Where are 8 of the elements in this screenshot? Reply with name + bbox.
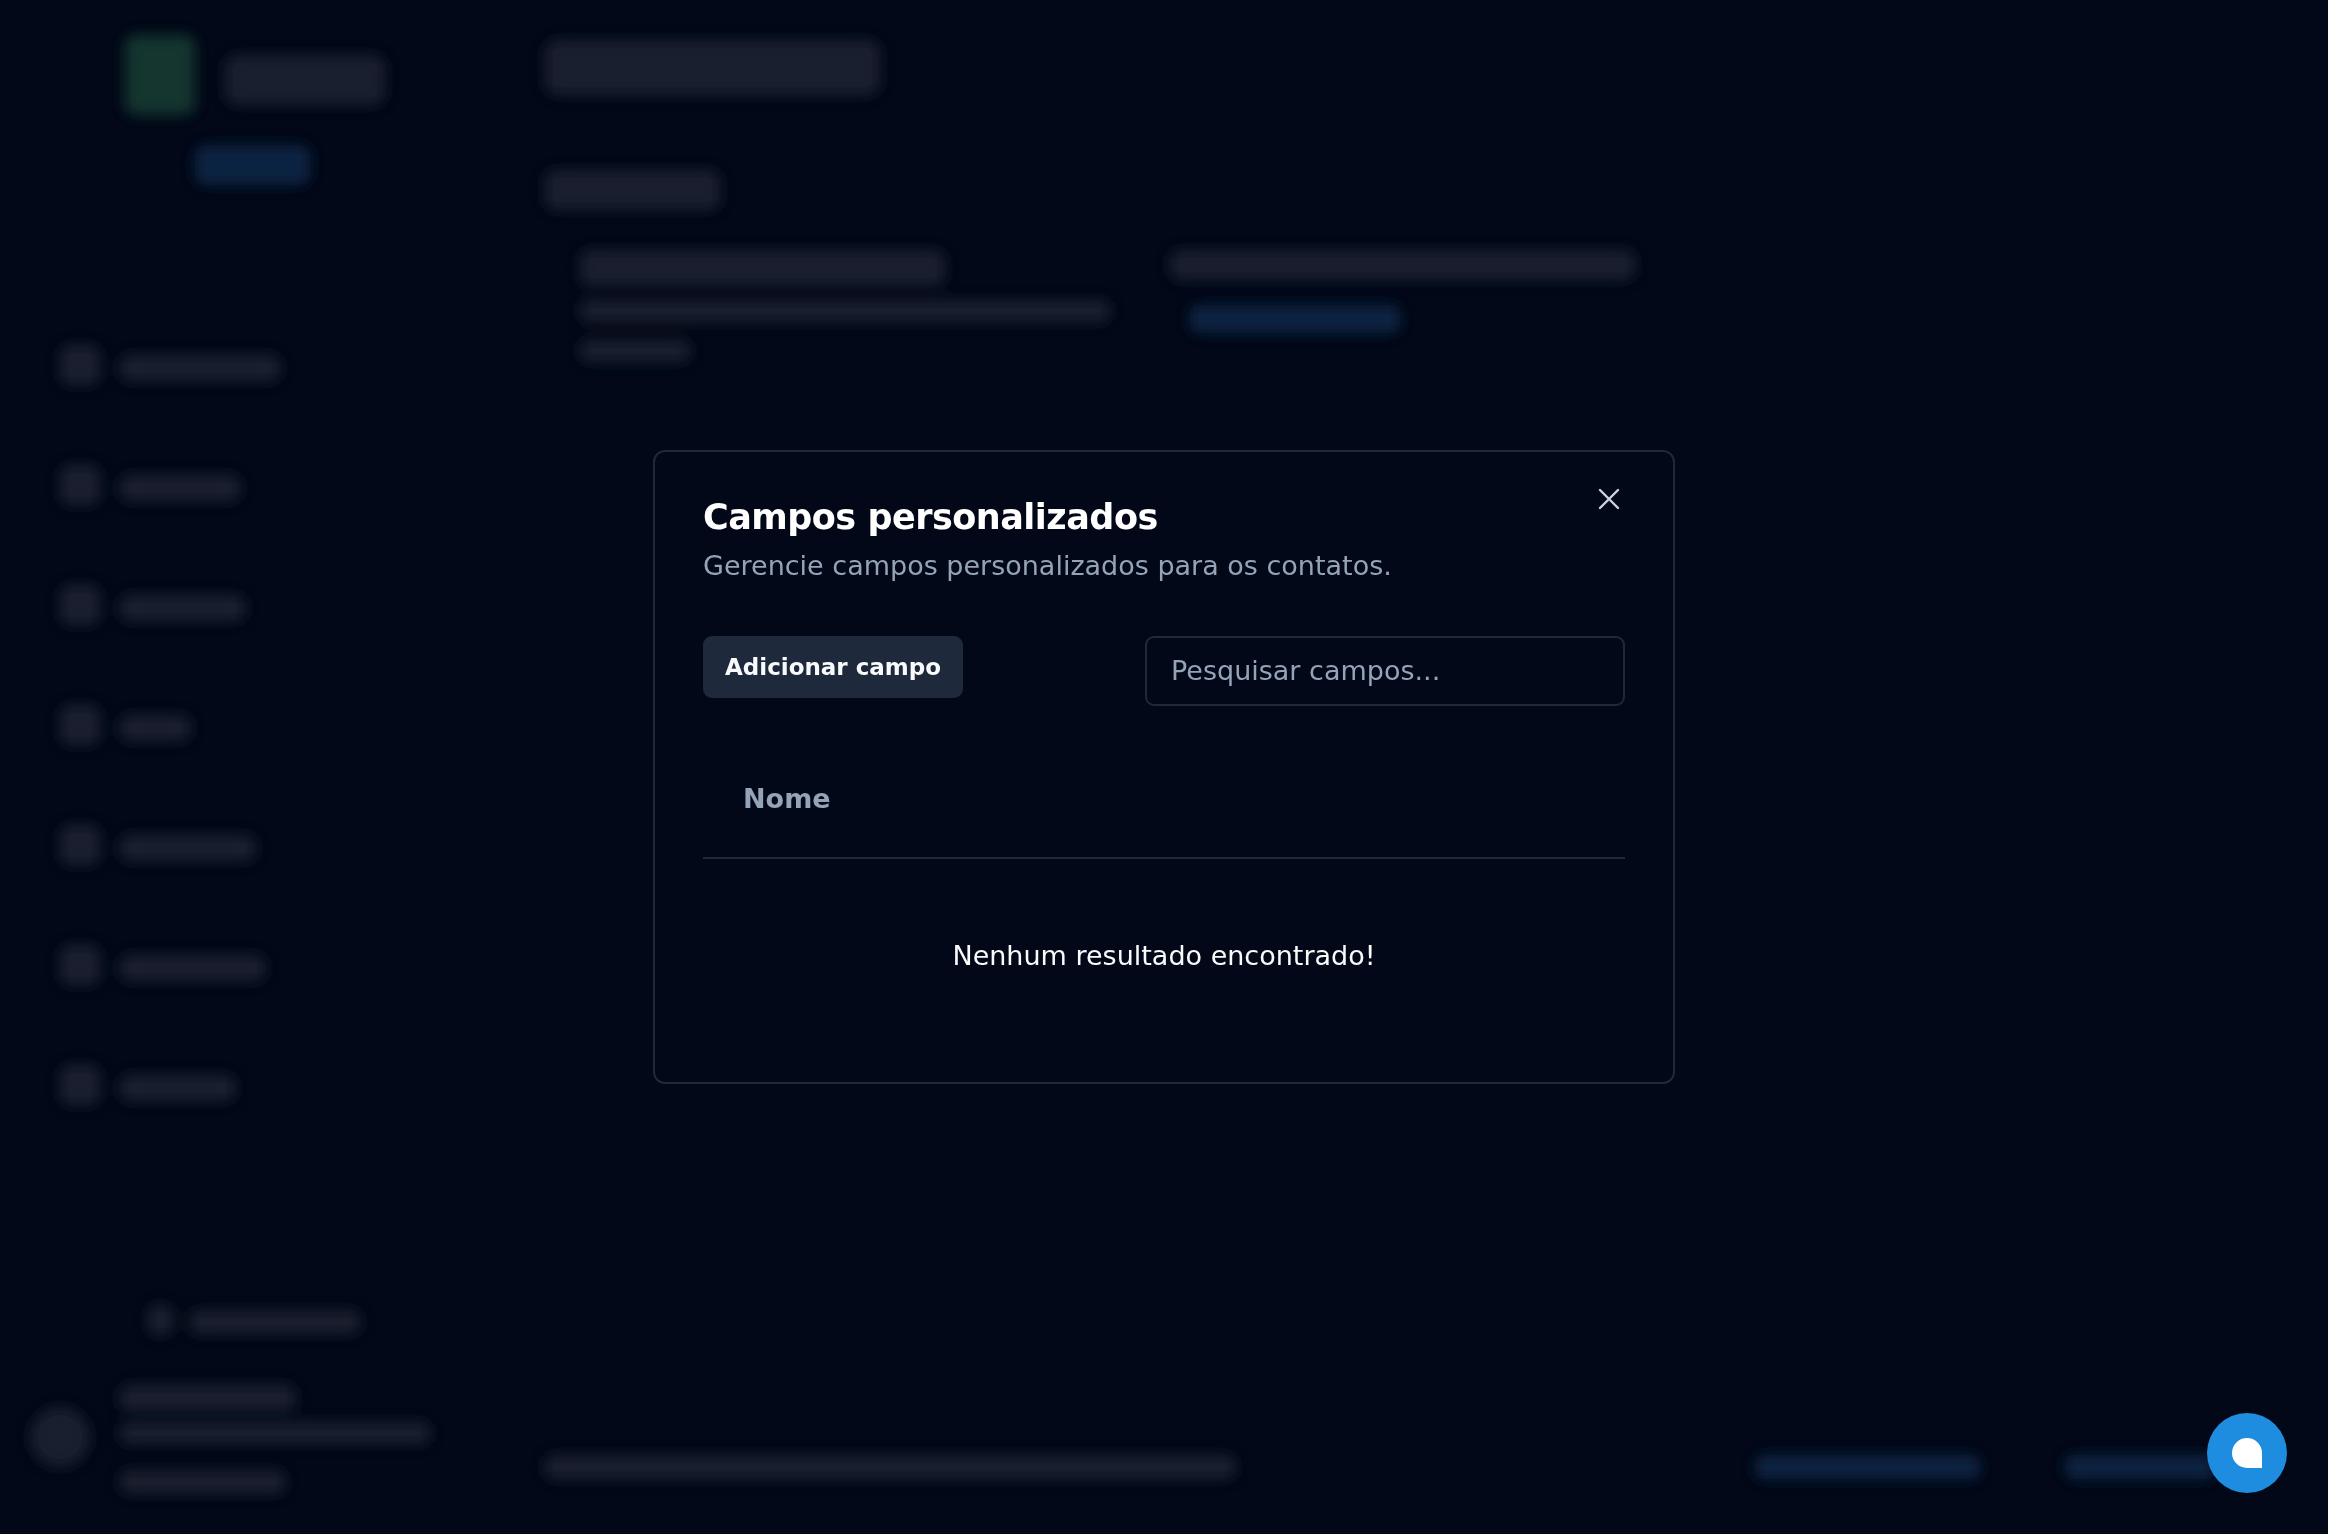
search-field[interactable]: Pesquisar campos... xyxy=(1145,635,1625,706)
dialog-description: Gerencie campos personalizados para os contatos. xyxy=(703,549,1393,583)
close-icon xyxy=(1597,486,1621,511)
dialog-title: Campos personalizados xyxy=(703,496,1158,538)
column-header: Nome xyxy=(703,756,1625,859)
add-field-button[interactable]: Adicionar campo xyxy=(703,635,964,698)
chat-bubble-icon xyxy=(2230,1436,2264,1470)
empty-message: Nenhum resultado encontrado! xyxy=(951,939,1377,973)
